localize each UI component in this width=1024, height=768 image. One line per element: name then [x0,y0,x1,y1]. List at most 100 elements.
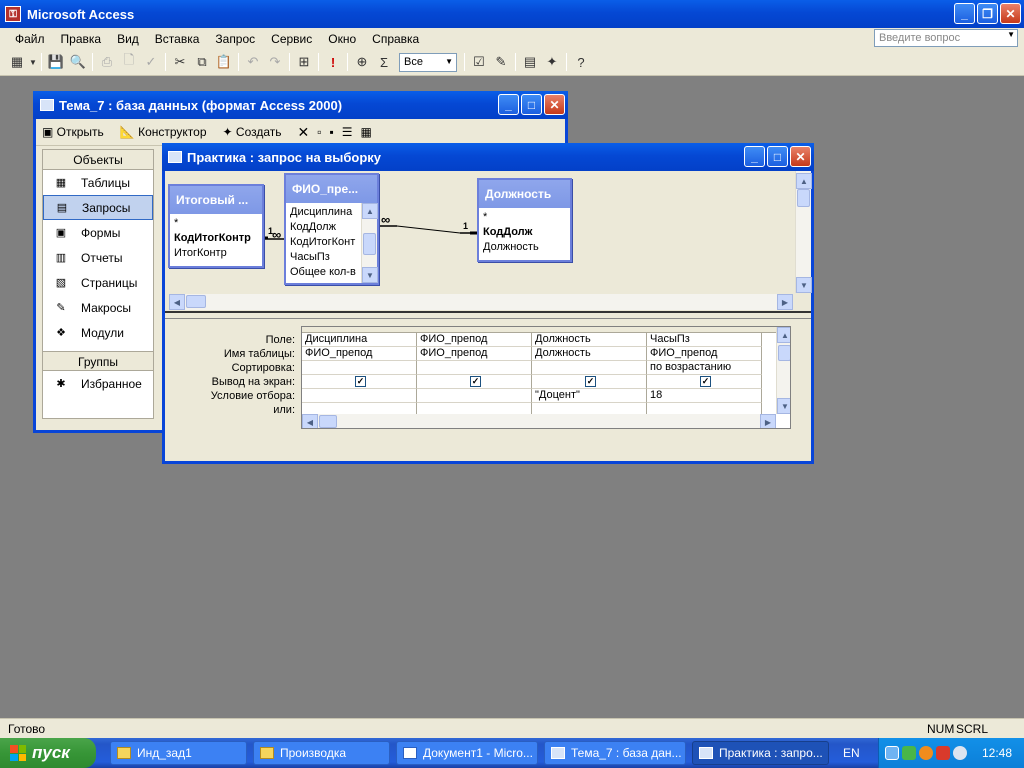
view-dropdown-icon[interactable]: ▼ [28,51,38,73]
field-item[interactable]: КодДолж [290,220,357,235]
grid-field-cell[interactable]: Должность [532,333,647,347]
field-item[interactable]: * [174,216,258,231]
properties-icon[interactable]: ☑ [468,51,490,73]
grid-criteria-cell[interactable]: 18 [647,389,762,403]
restore-button[interactable]: ❐ [977,3,998,24]
grid-criteria-cell[interactable] [302,389,417,403]
save-icon[interactable]: 💾 [45,51,67,73]
field-list-itogovy[interactable]: Итоговый ... * КодИтогКонтр ИтогКонтр [168,184,264,268]
grid-empty-column[interactable] [762,333,776,417]
list-icon[interactable]: ☰ [342,125,353,139]
scroll-down-icon[interactable]: ▼ [796,277,812,293]
scroll-left-icon[interactable]: ◀ [169,294,185,310]
show-checkbox[interactable]: ✓ [585,376,596,387]
minimize-button[interactable]: _ [498,94,519,115]
print-preview-icon[interactable]: 🗋 [118,51,140,73]
redo-icon[interactable]: ↷ [264,51,286,73]
cut-icon[interactable]: ✂ [169,51,191,73]
field-list-title[interactable]: Итоговый ... [170,186,262,214]
field-item[interactable]: Общее кол-в [290,265,357,280]
chevron-down-icon[interactable]: ▼ [1007,30,1015,39]
objects-item-pages[interactable]: ▧ Страницы [43,270,153,295]
app-title-bar[interactable]: ⚿ Microsoft Access _ ❐ ✕ [0,0,1024,28]
maximize-button[interactable]: □ [767,146,788,167]
totals-icon[interactable]: Σ [373,51,395,73]
field-item[interactable]: КодДолж [483,225,566,240]
menu-file[interactable]: Файл [0,32,52,46]
help-icon[interactable]: ? [570,51,592,73]
menu-insert[interactable]: Вставка [146,32,207,46]
close-button[interactable]: ✕ [790,146,811,167]
messenger-icon[interactable] [902,746,916,760]
taskbar-item[interactable]: Тема_7 : база дан... [544,741,686,765]
taskbar-item[interactable]: Инд_зад1 [110,741,247,765]
menu-edit[interactable]: Правка [52,32,109,46]
top-values-select[interactable]: Все ▼ [399,52,457,72]
grid-table-cell[interactable]: ФИО_препод [417,347,532,361]
field-list-fio-prepod[interactable]: ФИО_пре... Дисциплина КодДолж КодИтогКон… [284,173,379,285]
design-button[interactable]: 📐 Конструктор [120,125,215,139]
grid-show-cell[interactable]: ✓ [647,375,762,389]
db-window-title-bar[interactable]: Тема_7 : база данных (формат Access 2000… [33,91,568,119]
objects-item-queries[interactable]: ▤ Запросы [43,195,153,220]
grid-field-cell[interactable]: ФИО_препод [417,333,532,347]
database-window-icon[interactable]: ▤ [519,51,541,73]
grid-show-cell[interactable]: ✓ [417,375,532,389]
menu-help[interactable]: Справка [363,32,426,46]
network-icon[interactable] [885,746,899,760]
new-object-icon[interactable]: ✦ [541,51,563,73]
view-icon[interactable]: ▦ [6,51,28,73]
search-icon[interactable]: 🔍 [67,51,89,73]
scroll-up-icon[interactable]: ▲ [362,203,378,219]
grid-hscroll[interactable]: ◀ ▶ [302,414,776,428]
clock[interactable]: 12:48 [982,746,1012,760]
volume-icon[interactable] [936,746,950,760]
objects-item-reports[interactable]: ▥ Отчеты [43,245,153,270]
undo-icon[interactable]: ↶ [242,51,264,73]
menu-view[interactable]: Вид [108,32,146,46]
groups-header[interactable]: Группы [43,351,153,371]
scroll-thumb[interactable] [778,345,790,361]
create-button[interactable]: ✦ Создать [223,125,290,139]
field-list-title[interactable]: Должность [479,180,570,208]
query-design-window[interactable]: Практика : запрос на выборку _ □ ✕ 1 ∞ ∞… [162,143,814,464]
field-list-scrollbar[interactable]: ▲ ▼ [361,203,378,283]
details-icon[interactable]: ▦ [361,125,372,139]
paste-icon[interactable]: 📋 [213,51,235,73]
pane-splitter[interactable] [165,311,811,319]
table-pane-vscroll[interactable]: ▲ ▼ [795,171,812,293]
field-item[interactable]: КодИтогКонтр [174,231,258,246]
close-button[interactable]: ✕ [544,94,565,115]
show-checkbox[interactable]: ✓ [470,376,481,387]
maximize-button[interactable]: □ [521,94,542,115]
scroll-thumb[interactable] [797,189,810,207]
field-item[interactable]: ИтогКонтр [174,246,258,261]
menu-tools[interactable]: Сервис [262,32,319,46]
field-item[interactable]: ЧасыПз [290,250,357,265]
objects-item-macros[interactable]: ✎ Макросы [43,295,153,320]
scroll-thumb[interactable] [319,415,337,428]
grid-sort-cell[interactable] [417,361,532,375]
scroll-left-icon[interactable]: ◀ [302,414,318,428]
field-item[interactable]: * [483,210,566,225]
grid-table-cell[interactable]: ФИО_препод [647,347,762,361]
run-icon[interactable]: ! [322,51,344,73]
grid-field-cell[interactable]: Дисциплина [302,333,417,347]
grid-table-cell[interactable]: ФИО_препод [302,347,417,361]
table-pane[interactable]: 1 ∞ ∞ 1 Итоговый ... * КодИтогКонтр Итог… [165,171,812,311]
start-button[interactable]: пуск [0,738,96,768]
field-item[interactable]: Дисциплина [290,205,357,220]
large-icons-icon[interactable]: ▫ [317,125,321,139]
spelling-icon[interactable]: ✓ [140,51,162,73]
minimize-button[interactable]: _ [744,146,765,167]
objects-item-tables[interactable]: ▦ Таблицы [43,170,153,195]
grid-table-cell[interactable]: Должность [532,347,647,361]
language-indicator[interactable]: EN [843,746,860,760]
update-icon[interactable] [953,746,967,760]
objects-item-forms[interactable]: ▣ Формы [43,220,153,245]
taskbar-item[interactable]: Производка [253,741,390,765]
ask-question-input[interactable]: Введите вопрос ▼ [874,29,1018,47]
copy-icon[interactable]: ⧉ [191,51,213,73]
objects-header[interactable]: Объекты [43,150,153,170]
grid-sort-cell[interactable]: по возрастанию [647,361,762,375]
